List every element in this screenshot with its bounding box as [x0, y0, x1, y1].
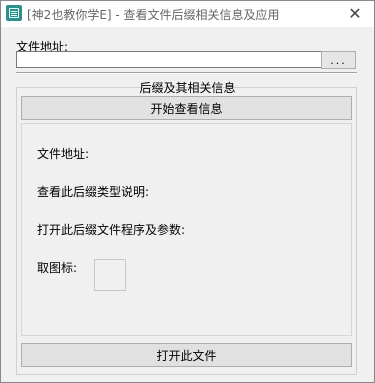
title-bar[interactable]: [神2也教你学E] - 查看文件后缀相关信息及应用 ✕: [1, 1, 374, 27]
open-file-button[interactable]: 打开此文件: [21, 343, 352, 367]
file-path-input[interactable]: [16, 51, 322, 68]
app-icon: [6, 5, 22, 21]
file-icon-preview: [94, 259, 126, 291]
info-type-label: 查看此后缀类型说明:: [37, 185, 150, 199]
app-window: [神2也教你学E] - 查看文件后缀相关信息及应用 ✕ 文件地址: ... 后缀…: [0, 0, 375, 383]
divider: [16, 72, 357, 74]
start-view-button[interactable]: 开始查看信息: [21, 96, 352, 120]
info-icon-label: 取图标:: [37, 261, 78, 275]
window-title: [神2也教你学E] - 查看文件后缀相关信息及应用: [27, 8, 280, 22]
info-path-label: 文件地址:: [37, 147, 90, 161]
browse-button[interactable]: ...: [321, 51, 356, 69]
info-group-title: 后缀及其相关信息: [139, 81, 236, 95]
info-open-program-label: 打开此后缀文件程序及参数:: [37, 223, 186, 237]
main-content: 文件地址: ... 后缀及其相关信息 开始查看信息 文件地址: 查看此后缀类型说…: [1, 27, 374, 382]
close-button[interactable]: ✕: [342, 2, 368, 24]
